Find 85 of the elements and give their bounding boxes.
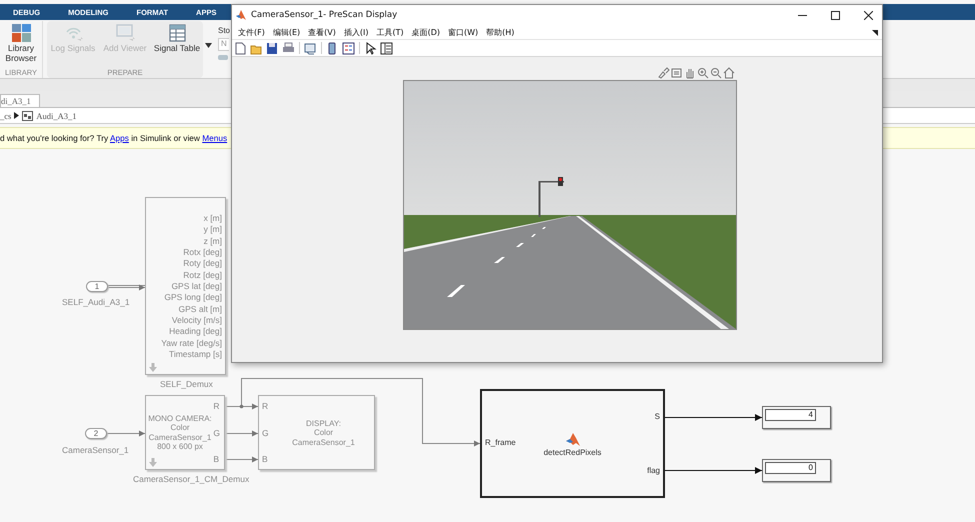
numeric-display-block[interactable]: 4 (762, 406, 831, 429)
port-label: Velocity [m/s] (172, 314, 222, 326)
down-arrow-icon (149, 363, 157, 372)
breadcrumb-item[interactable]: _cs (0, 110, 12, 120)
port-label: GPS long [deg] (164, 292, 222, 304)
port-label: flag (647, 466, 660, 475)
new-file-icon[interactable] (234, 42, 247, 54)
menu-item[interactable]: 桌面(D) (408, 26, 444, 38)
inport-block[interactable]: 2 (85, 428, 107, 439)
block-text: MONO CAMERA: Color CameraSensor_1 800 x 600 px (147, 414, 213, 452)
display-value: 4 (765, 409, 816, 421)
port-label: Timestamp [s] (168, 348, 222, 360)
menu-item[interactable]: 文件(F) (234, 26, 269, 38)
zoom-in-icon[interactable] (697, 67, 709, 79)
menu-item[interactable]: 工具(T) (372, 26, 408, 38)
model-icon (22, 110, 34, 120)
port-label: R (262, 401, 269, 411)
menu-item[interactable]: 编辑(E) (268, 26, 304, 38)
menu-item[interactable]: 查看(V) (304, 26, 340, 38)
port-label: Roty [deg] (183, 258, 222, 270)
menu-item[interactable]: 窗口(W) (444, 26, 482, 38)
port-label: R (213, 401, 220, 411)
zoom-out-icon[interactable] (710, 67, 722, 79)
block-label: SELF_Audi_A3_1 (62, 297, 130, 307)
block-text: DISPLAY: Color CameraSensor_1 (291, 418, 356, 447)
matlab-logo-icon (236, 10, 246, 20)
banner-message: d what you're looking for? Try Apps in Simulink or view Menus (0, 133, 228, 143)
inport-block[interactable]: 1 (86, 281, 108, 292)
port-label: y [m] (204, 224, 222, 236)
display-value: 0 (765, 462, 816, 474)
close-icon (864, 10, 872, 20)
port-label: R_frame (485, 438, 516, 447)
link[interactable]: Menus (202, 133, 228, 143)
data-tip-icon[interactable] (671, 67, 683, 79)
port-label: G (213, 428, 220, 438)
print-icon[interactable] (282, 42, 295, 54)
port-label: Heading [deg] (169, 326, 222, 338)
port-label: B (213, 454, 220, 464)
port-label: z [m] (204, 236, 222, 247)
port-label: Rotx [deg] (183, 246, 222, 258)
port-label: S (654, 412, 660, 421)
port-label: Rotz [deg] (183, 270, 222, 281)
breadcrumb-item[interactable]: Audi_A3_1 (36, 110, 76, 120)
ribbon-button[interactable]: Signal Table (152, 23, 202, 53)
port-label: B (262, 454, 269, 464)
tool-icon (218, 54, 228, 61)
caret-icon[interactable] (205, 43, 212, 48)
matlab-logo-icon (566, 433, 580, 446)
branch-point (240, 404, 244, 408)
link[interactable]: Apps (110, 133, 129, 143)
port-label: Yaw rate [deg/s] (161, 338, 222, 349)
property-editor-icon[interactable] (380, 42, 393, 54)
port-label: GPS lat [deg] (171, 280, 222, 292)
home-icon[interactable] (723, 67, 735, 79)
dock-arrow-icon[interactable] (872, 28, 879, 36)
pan-icon[interactable] (684, 67, 696, 79)
maximize-icon (830, 10, 840, 20)
ribbon-button[interactable]: Library Browser (3, 23, 39, 63)
group-label: Sto (218, 26, 230, 35)
down-arrow-icon (149, 458, 157, 467)
port-label: GPS alt [m] (178, 304, 222, 315)
legend-icon[interactable] (342, 42, 355, 54)
window-title: CameraSensor_1- PreScan Display (251, 10, 398, 20)
caret-icon (14, 112, 20, 119)
pointer-icon[interactable] (364, 42, 377, 54)
model-tab[interactable]: di_A3_1 (0, 94, 40, 107)
library-grid-icon (10, 23, 32, 43)
numeric-display-block[interactable]: 0 (762, 459, 831, 482)
function-block[interactable]: R_frame S flag detectRedPixels (480, 389, 665, 498)
block-label: SELF_Demux (160, 379, 213, 389)
monitor-icon (114, 23, 136, 43)
save-icon[interactable] (266, 42, 279, 54)
block-label: CameraSensor_1_CM_Demux (133, 474, 250, 484)
link-icon[interactable] (304, 42, 317, 54)
block-label: CameraSensor_1 (62, 445, 129, 455)
table-icon (166, 23, 188, 43)
port-label: x [m] (204, 213, 222, 224)
menu-item[interactable]: 插入(I) (340, 26, 372, 38)
port-label: G (262, 428, 269, 438)
signal-line (224, 456, 258, 462)
brush-icon[interactable] (658, 67, 670, 79)
signal-line (108, 284, 146, 290)
block-name: detectRedPixels (544, 448, 602, 457)
signal-line (106, 430, 146, 436)
menu-item[interactable]: 帮助(H) (482, 26, 518, 38)
